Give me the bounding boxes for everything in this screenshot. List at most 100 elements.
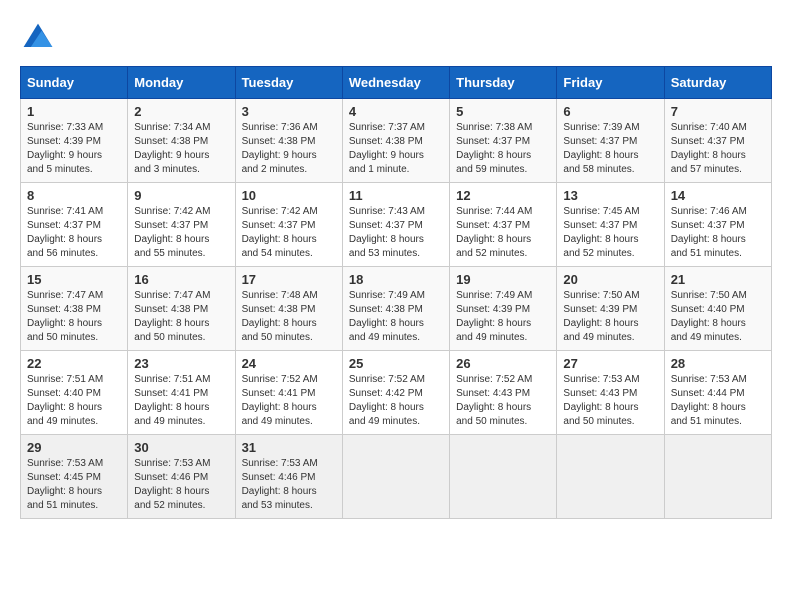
day-number: 4 — [349, 104, 443, 119]
day-info: Sunrise: 7:40 AM Sunset: 4:37 PM Dayligh… — [671, 121, 765, 177]
calendar-cell: 9 Sunrise: 7:42 AM Sunset: 4:37 PM Dayli… — [128, 183, 235, 267]
week-row-2: 8 Sunrise: 7:41 AM Sunset: 4:37 PM Dayli… — [21, 183, 772, 267]
day-number: 30 — [134, 440, 228, 455]
col-header-tuesday: Tuesday — [235, 67, 342, 99]
day-info: Sunrise: 7:47 AM Sunset: 4:38 PM Dayligh… — [27, 289, 121, 345]
col-header-saturday: Saturday — [664, 67, 771, 99]
calendar-cell: 16 Sunrise: 7:47 AM Sunset: 4:38 PM Dayl… — [128, 267, 235, 351]
col-header-sunday: Sunday — [21, 67, 128, 99]
day-number: 6 — [563, 104, 657, 119]
calendar-cell: 21 Sunrise: 7:50 AM Sunset: 4:40 PM Dayl… — [664, 267, 771, 351]
day-info: Sunrise: 7:53 AM Sunset: 4:43 PM Dayligh… — [563, 373, 657, 429]
calendar-cell: 31 Sunrise: 7:53 AM Sunset: 4:46 PM Dayl… — [235, 435, 342, 519]
day-number: 15 — [27, 272, 121, 287]
day-info: Sunrise: 7:42 AM Sunset: 4:37 PM Dayligh… — [134, 205, 228, 261]
day-info: Sunrise: 7:33 AM Sunset: 4:39 PM Dayligh… — [27, 121, 121, 177]
calendar-cell: 25 Sunrise: 7:52 AM Sunset: 4:42 PM Dayl… — [342, 351, 449, 435]
calendar-cell: 17 Sunrise: 7:48 AM Sunset: 4:38 PM Dayl… — [235, 267, 342, 351]
day-info: Sunrise: 7:53 AM Sunset: 4:46 PM Dayligh… — [134, 457, 228, 513]
day-number: 11 — [349, 188, 443, 203]
day-number: 13 — [563, 188, 657, 203]
day-info: Sunrise: 7:41 AM Sunset: 4:37 PM Dayligh… — [27, 205, 121, 261]
calendar-cell: 26 Sunrise: 7:52 AM Sunset: 4:43 PM Dayl… — [450, 351, 557, 435]
day-number: 8 — [27, 188, 121, 203]
day-info: Sunrise: 7:39 AM Sunset: 4:37 PM Dayligh… — [563, 121, 657, 177]
calendar-cell: 10 Sunrise: 7:42 AM Sunset: 4:37 PM Dayl… — [235, 183, 342, 267]
day-info: Sunrise: 7:51 AM Sunset: 4:41 PM Dayligh… — [134, 373, 228, 429]
calendar-cell: 22 Sunrise: 7:51 AM Sunset: 4:40 PM Dayl… — [21, 351, 128, 435]
calendar-cell: 8 Sunrise: 7:41 AM Sunset: 4:37 PM Dayli… — [21, 183, 128, 267]
day-number: 26 — [456, 356, 550, 371]
day-info: Sunrise: 7:46 AM Sunset: 4:37 PM Dayligh… — [671, 205, 765, 261]
day-number: 18 — [349, 272, 443, 287]
calendar-cell: 20 Sunrise: 7:50 AM Sunset: 4:39 PM Dayl… — [557, 267, 664, 351]
day-number: 25 — [349, 356, 443, 371]
day-info: Sunrise: 7:49 AM Sunset: 4:38 PM Dayligh… — [349, 289, 443, 345]
day-number: 1 — [27, 104, 121, 119]
calendar-cell: 4 Sunrise: 7:37 AM Sunset: 4:38 PM Dayli… — [342, 99, 449, 183]
day-number: 19 — [456, 272, 550, 287]
day-number: 27 — [563, 356, 657, 371]
day-number: 16 — [134, 272, 228, 287]
day-info: Sunrise: 7:49 AM Sunset: 4:39 PM Dayligh… — [456, 289, 550, 345]
day-number: 28 — [671, 356, 765, 371]
day-info: Sunrise: 7:53 AM Sunset: 4:46 PM Dayligh… — [242, 457, 336, 513]
day-info: Sunrise: 7:37 AM Sunset: 4:38 PM Dayligh… — [349, 121, 443, 177]
calendar-cell: 11 Sunrise: 7:43 AM Sunset: 4:37 PM Dayl… — [342, 183, 449, 267]
day-info: Sunrise: 7:53 AM Sunset: 4:45 PM Dayligh… — [27, 457, 121, 513]
day-number: 17 — [242, 272, 336, 287]
calendar-cell: 5 Sunrise: 7:38 AM Sunset: 4:37 PM Dayli… — [450, 99, 557, 183]
calendar-cell: 28 Sunrise: 7:53 AM Sunset: 4:44 PM Dayl… — [664, 351, 771, 435]
day-number: 22 — [27, 356, 121, 371]
calendar-cell — [342, 435, 449, 519]
col-header-thursday: Thursday — [450, 67, 557, 99]
logo-icon — [20, 20, 56, 56]
calendar-cell: 13 Sunrise: 7:45 AM Sunset: 4:37 PM Dayl… — [557, 183, 664, 267]
calendar-cell: 19 Sunrise: 7:49 AM Sunset: 4:39 PM Dayl… — [450, 267, 557, 351]
calendar-cell — [664, 435, 771, 519]
calendar-cell: 12 Sunrise: 7:44 AM Sunset: 4:37 PM Dayl… — [450, 183, 557, 267]
calendar-cell: 30 Sunrise: 7:53 AM Sunset: 4:46 PM Dayl… — [128, 435, 235, 519]
week-row-1: 1 Sunrise: 7:33 AM Sunset: 4:39 PM Dayli… — [21, 99, 772, 183]
day-info: Sunrise: 7:42 AM Sunset: 4:37 PM Dayligh… — [242, 205, 336, 261]
calendar-cell: 14 Sunrise: 7:46 AM Sunset: 4:37 PM Dayl… — [664, 183, 771, 267]
day-info: Sunrise: 7:52 AM Sunset: 4:42 PM Dayligh… — [349, 373, 443, 429]
calendar-cell — [450, 435, 557, 519]
logo — [20, 20, 62, 56]
day-info: Sunrise: 7:53 AM Sunset: 4:44 PM Dayligh… — [671, 373, 765, 429]
day-info: Sunrise: 7:51 AM Sunset: 4:40 PM Dayligh… — [27, 373, 121, 429]
day-number: 24 — [242, 356, 336, 371]
calendar-cell: 6 Sunrise: 7:39 AM Sunset: 4:37 PM Dayli… — [557, 99, 664, 183]
calendar-cell: 3 Sunrise: 7:36 AM Sunset: 4:38 PM Dayli… — [235, 99, 342, 183]
calendar-cell: 15 Sunrise: 7:47 AM Sunset: 4:38 PM Dayl… — [21, 267, 128, 351]
col-header-monday: Monday — [128, 67, 235, 99]
day-info: Sunrise: 7:45 AM Sunset: 4:37 PM Dayligh… — [563, 205, 657, 261]
day-info: Sunrise: 7:48 AM Sunset: 4:38 PM Dayligh… — [242, 289, 336, 345]
day-number: 29 — [27, 440, 121, 455]
day-number: 3 — [242, 104, 336, 119]
day-number: 21 — [671, 272, 765, 287]
day-info: Sunrise: 7:50 AM Sunset: 4:39 PM Dayligh… — [563, 289, 657, 345]
calendar-cell: 1 Sunrise: 7:33 AM Sunset: 4:39 PM Dayli… — [21, 99, 128, 183]
day-number: 23 — [134, 356, 228, 371]
day-number: 14 — [671, 188, 765, 203]
day-number: 20 — [563, 272, 657, 287]
calendar-cell: 27 Sunrise: 7:53 AM Sunset: 4:43 PM Dayl… — [557, 351, 664, 435]
calendar-cell: 18 Sunrise: 7:49 AM Sunset: 4:38 PM Dayl… — [342, 267, 449, 351]
day-info: Sunrise: 7:44 AM Sunset: 4:37 PM Dayligh… — [456, 205, 550, 261]
page-header — [20, 20, 772, 56]
calendar-cell: 7 Sunrise: 7:40 AM Sunset: 4:37 PM Dayli… — [664, 99, 771, 183]
day-info: Sunrise: 7:38 AM Sunset: 4:37 PM Dayligh… — [456, 121, 550, 177]
day-number: 12 — [456, 188, 550, 203]
day-info: Sunrise: 7:34 AM Sunset: 4:38 PM Dayligh… — [134, 121, 228, 177]
day-info: Sunrise: 7:52 AM Sunset: 4:41 PM Dayligh… — [242, 373, 336, 429]
week-row-4: 22 Sunrise: 7:51 AM Sunset: 4:40 PM Dayl… — [21, 351, 772, 435]
col-header-friday: Friday — [557, 67, 664, 99]
day-info: Sunrise: 7:36 AM Sunset: 4:38 PM Dayligh… — [242, 121, 336, 177]
col-header-wednesday: Wednesday — [342, 67, 449, 99]
week-row-3: 15 Sunrise: 7:47 AM Sunset: 4:38 PM Dayl… — [21, 267, 772, 351]
day-info: Sunrise: 7:52 AM Sunset: 4:43 PM Dayligh… — [456, 373, 550, 429]
calendar-cell: 23 Sunrise: 7:51 AM Sunset: 4:41 PM Dayl… — [128, 351, 235, 435]
calendar-cell: 2 Sunrise: 7:34 AM Sunset: 4:38 PM Dayli… — [128, 99, 235, 183]
day-number: 10 — [242, 188, 336, 203]
